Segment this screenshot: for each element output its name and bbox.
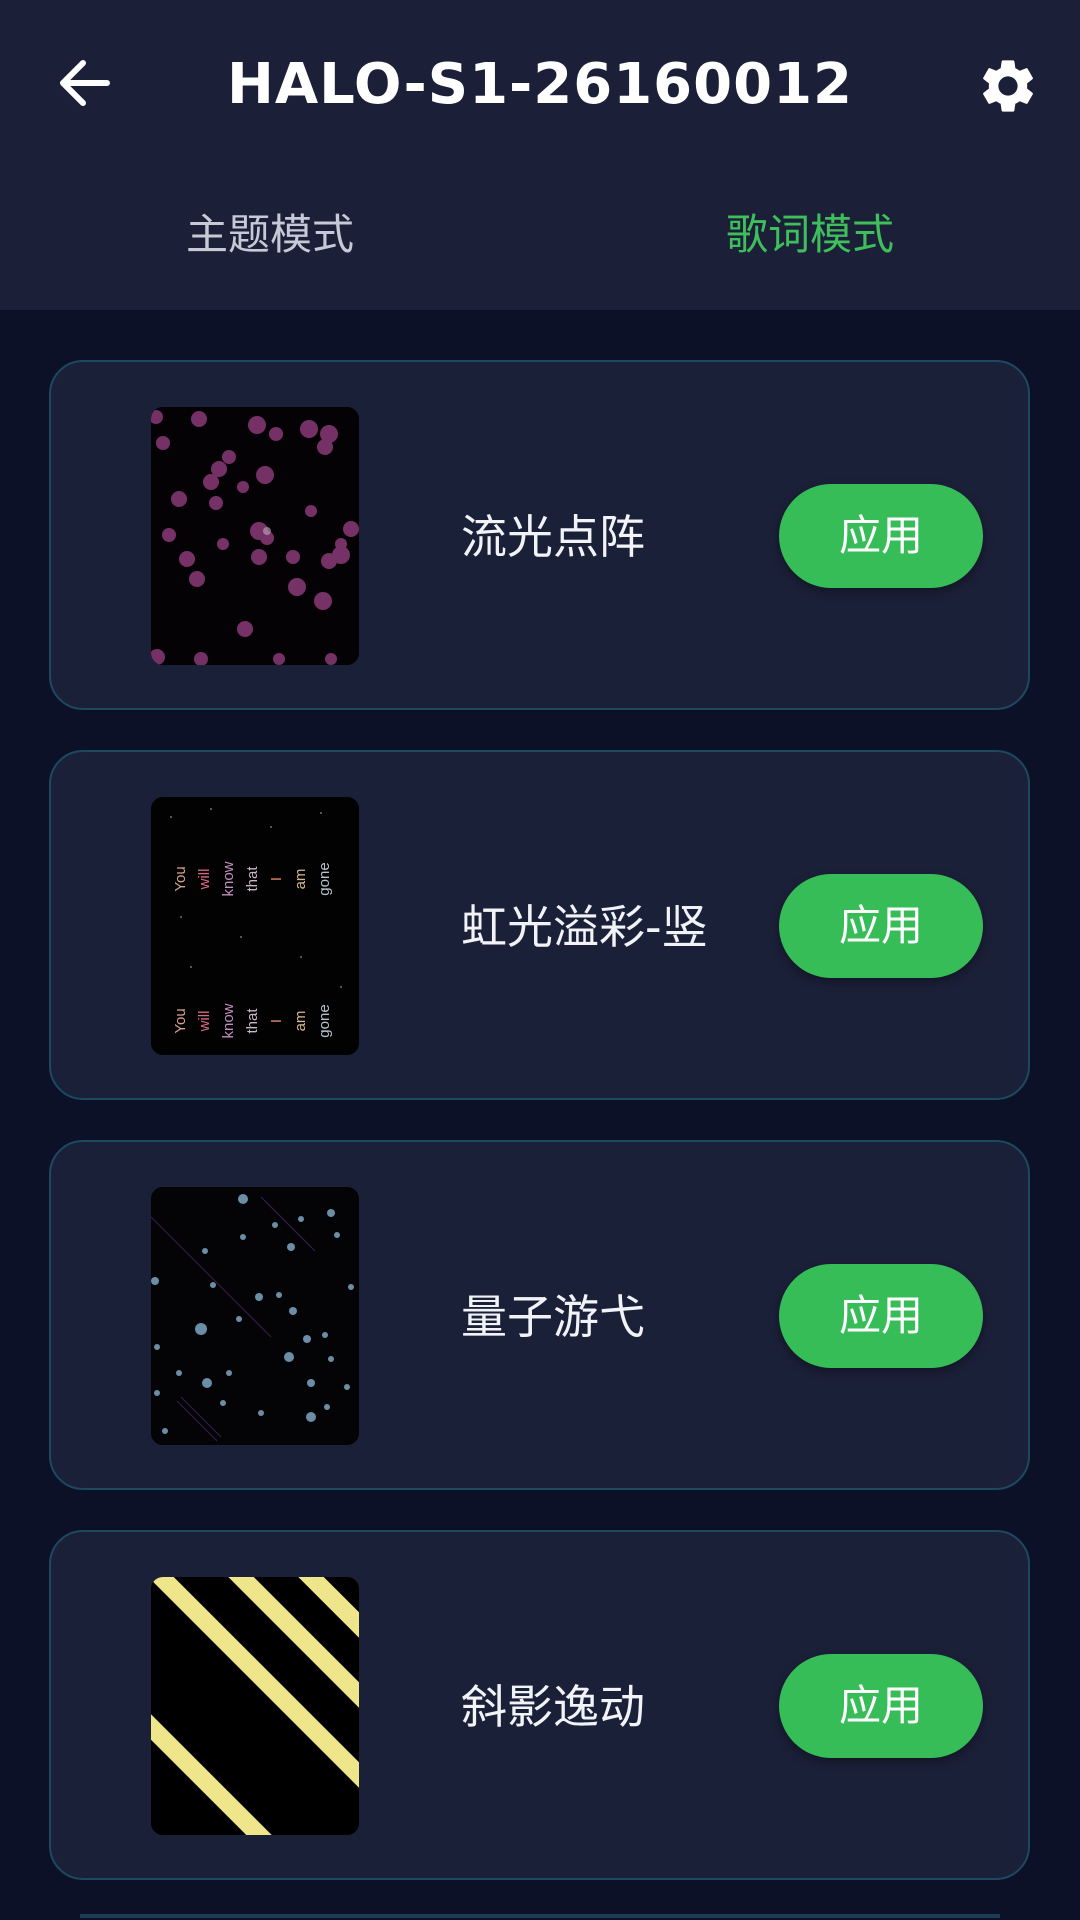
header: HALO-S1-26160012 主题模式 歌词模式: [0, 0, 1080, 310]
next-card-edge: [80, 1914, 1000, 1918]
svg-text:will: will: [196, 869, 213, 891]
svg-text:am: am: [292, 869, 309, 890]
apply-button[interactable]: 应用: [779, 1654, 983, 1758]
app-screen: HALO-S1-26160012 主题模式 歌词模式 流光点阵 应用 You w…: [0, 0, 1080, 1920]
diagonal-stripes-preview: [151, 1577, 359, 1835]
effect-name: 流光点阵: [461, 510, 645, 564]
svg-text:gone: gone: [316, 862, 333, 895]
effect-card: 流光点阵 应用: [49, 360, 1030, 710]
svg-text:know: know: [220, 861, 237, 896]
svg-text:that: that: [244, 1008, 261, 1034]
effect-name: 量子游弋: [461, 1290, 645, 1344]
quantum-particles-preview: [151, 1187, 359, 1445]
apply-button[interactable]: 应用: [779, 1264, 983, 1368]
vertical-lyrics-preview: You will know that I am gone You will kn…: [151, 797, 359, 1055]
effect-name: 虹光溢彩-竖: [461, 900, 708, 954]
effect-card: 量子游弋 应用: [49, 1140, 1030, 1490]
purple-dots-preview: [151, 407, 359, 665]
svg-text:I: I: [268, 1019, 285, 1023]
effect-card: 斜影逸动 应用: [49, 1530, 1030, 1880]
svg-text:gone: gone: [316, 1004, 333, 1037]
svg-text:will: will: [196, 1011, 213, 1033]
svg-text:You: You: [172, 1008, 189, 1033]
svg-text:am: am: [292, 1011, 309, 1032]
svg-text:I: I: [268, 877, 285, 881]
tab-theme-mode[interactable]: 主题模式: [90, 200, 450, 270]
tab-lyrics-mode[interactable]: 歌词模式: [630, 200, 990, 270]
arrow-left-icon: [60, 60, 110, 106]
page-title: HALO-S1-26160012: [226, 52, 854, 117]
svg-text:You: You: [172, 866, 189, 891]
settings-button[interactable]: [970, 48, 1046, 124]
apply-button[interactable]: 应用: [779, 874, 983, 978]
effect-name: 斜影逸动: [461, 1680, 645, 1734]
back-button[interactable]: [50, 48, 120, 118]
svg-text:know: know: [220, 1003, 237, 1038]
apply-button[interactable]: 应用: [779, 484, 983, 588]
effect-card: You will know that I am gone You will kn…: [49, 750, 1030, 1100]
gear-icon: [983, 60, 1033, 112]
svg-text:that: that: [244, 866, 261, 892]
